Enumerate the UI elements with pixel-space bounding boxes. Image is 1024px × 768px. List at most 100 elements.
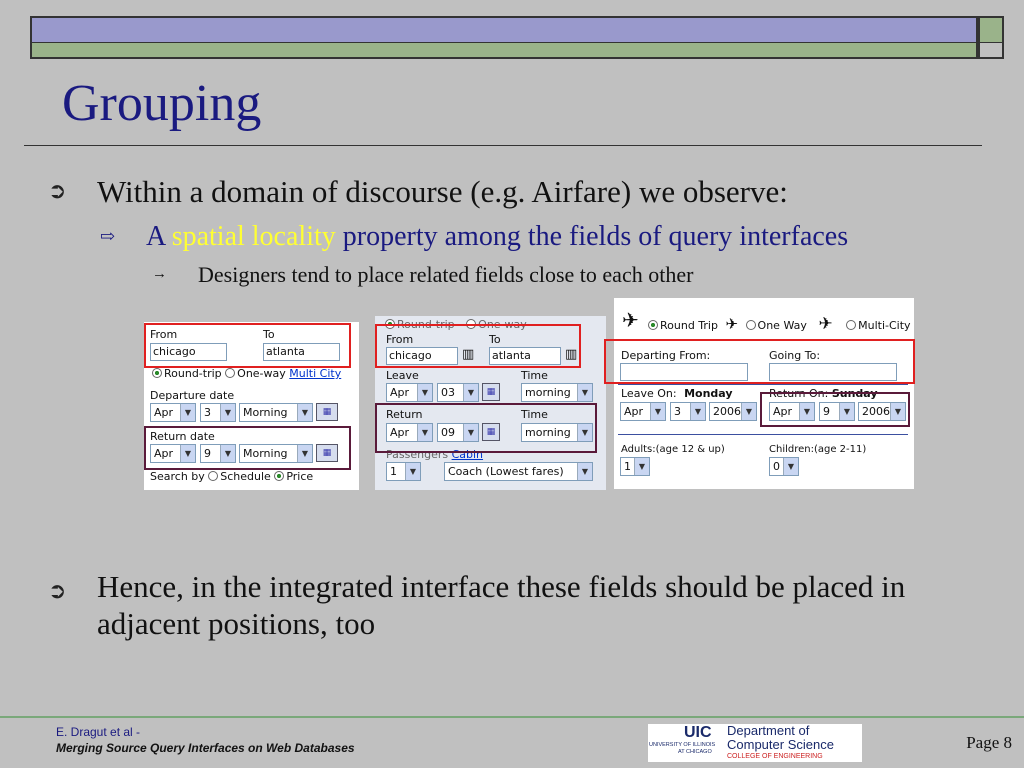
plane-icon: ✈: [818, 314, 833, 334]
children-select[interactable]: 0 ▼: [769, 457, 799, 476]
oneway-radio[interactable]: [225, 368, 236, 378]
bullet-icon: ➲: [48, 178, 67, 203]
dep-time-select[interactable]: Morning ▼: [239, 403, 313, 422]
bullet-1-text: Within a domain of discourse (e.g. Airfa…: [97, 174, 788, 209]
red-group-box: [144, 323, 351, 368]
dropdown-arrow-icon: ▼: [634, 458, 649, 475]
leave-time-select[interactable]: morning ▼: [521, 383, 593, 402]
roundtrip-radio[interactable]: [648, 320, 658, 330]
leave-time-value: morning: [525, 386, 571, 399]
dropdown-arrow-icon: ▼: [220, 404, 235, 421]
dropdown-arrow-icon: ▼: [650, 403, 665, 420]
multicity-label: Multi-City: [858, 319, 911, 332]
dep-day-value: 3: [204, 406, 211, 419]
cabin-value: Coach (Lowest fares): [448, 465, 564, 478]
plane-icon: ✈: [725, 315, 739, 333]
oneway-label: One Way: [757, 319, 807, 332]
college-line: COLLEGE OF ENGINEERING: [727, 753, 823, 760]
price-radio[interactable]: [274, 471, 285, 481]
adults-label: Adults:(age 12 & up): [621, 444, 725, 455]
dep-month-value: Apr: [154, 406, 174, 419]
leave-on-row: Leave On: Monday: [621, 387, 733, 400]
trip-type-row: Round Trip ✈ One Way ✈ Multi-City: [648, 314, 911, 334]
sub-bullet-pre: A: [146, 221, 172, 252]
leave-dayname: Monday: [684, 387, 733, 400]
leave-day-select[interactable]: 03 ▼: [437, 383, 479, 402]
leave-month-select[interactable]: Apr ▼: [386, 383, 433, 402]
multicity-radio[interactable]: [846, 320, 857, 330]
header-square-lower: [978, 43, 1004, 59]
leave-month-value: Apr: [390, 386, 410, 399]
divider: [618, 434, 908, 435]
footer-divider: [0, 716, 1024, 718]
dropdown-arrow-icon: ▼: [463, 384, 478, 401]
roundtrip-label: Round-trip: [164, 367, 222, 380]
leave-month-select[interactable]: Apr ▼: [620, 402, 666, 421]
sub-bullet-1-text: A spatial locality property among the fi…: [146, 221, 848, 253]
dropdown-arrow-icon: ▼: [577, 384, 592, 401]
divider: [618, 384, 908, 385]
search-by-row: Search by Schedule Price: [150, 470, 313, 483]
cabin-select[interactable]: Coach (Lowest fares) ▼: [444, 462, 593, 481]
trip-type-row: Round-trip One-way Multi City: [152, 367, 341, 380]
dept-line-2: Computer Science: [727, 737, 834, 752]
dropdown-arrow-icon: ▼: [690, 403, 705, 420]
highlight-spatial-locality: spatial locality: [171, 221, 336, 252]
dropdown-arrow-icon: ▼: [417, 384, 432, 401]
purple-group-box: [760, 392, 910, 427]
oneway-radio[interactable]: [745, 320, 756, 330]
dropdown-arrow-icon: ▼: [783, 458, 798, 475]
bullet-icon: ➲: [48, 578, 67, 603]
sub-sub-bullet-text: Designers tend to place related fields c…: [198, 262, 694, 287]
uic-wordmark: UIC: [684, 724, 712, 741]
oneway-label: One-way: [237, 367, 286, 380]
dep-time-value: Morning: [243, 406, 288, 419]
page-number: Page 8: [966, 733, 1012, 752]
multi-city-link[interactable]: Multi City: [289, 367, 341, 380]
leave-label: Leave: [386, 369, 419, 382]
roundtrip-radio[interactable]: [152, 368, 162, 378]
red-group-box: [375, 324, 581, 368]
time-label: Time: [521, 369, 548, 382]
slide-title: Grouping: [62, 75, 262, 132]
price-label: Price: [286, 470, 314, 483]
leave-month-value: Apr: [624, 405, 644, 418]
adults-value: 1: [624, 460, 631, 473]
children-value: 0: [773, 460, 780, 473]
children-label: Children:(age 2-11): [769, 444, 867, 455]
adults-select[interactable]: 1 ▼: [620, 457, 650, 476]
footer-paper-title: Merging Source Query Interfaces on Web D…: [56, 741, 355, 755]
leave-year-select[interactable]: 2006 ▼: [709, 402, 757, 421]
dropdown-arrow-icon: ▼: [577, 463, 592, 480]
purple-group-box: [375, 403, 597, 453]
plane-icon: ✈: [622, 308, 639, 332]
passengers-select[interactable]: 1 ▼: [386, 462, 421, 481]
dep-month-select[interactable]: Apr ▼: [150, 403, 196, 422]
arrow-bullet-icon: →: [152, 266, 167, 282]
calendar-icon[interactable]: ▦: [316, 403, 338, 421]
dept-line-1: Department of: [727, 723, 810, 738]
departure-date-label: Departure date: [150, 389, 235, 402]
roundtrip-label: Round Trip: [660, 319, 718, 332]
red-group-box: [604, 339, 915, 384]
leave-on-label: Leave On:: [621, 387, 677, 400]
search-by-label: Search by: [150, 470, 205, 483]
schedule-label: Schedule: [220, 470, 271, 483]
sub-bullet-post: property among the fields of query inter…: [335, 221, 849, 252]
schedule-radio[interactable]: [208, 471, 219, 481]
calendar-icon[interactable]: ▦: [482, 383, 500, 401]
leave-day-select[interactable]: 3 ▼: [670, 402, 706, 421]
dep-day-select[interactable]: 3 ▼: [200, 403, 236, 422]
bullet-2-text: Hence, in the integrated interface these…: [97, 569, 906, 641]
leave-year-value: 2006: [713, 405, 741, 418]
dropdown-arrow-icon: ▼: [741, 403, 756, 420]
purple-group-box: [144, 426, 351, 470]
dropdown-arrow-icon: ▼: [180, 404, 195, 421]
footer-author: E. Dragut et al -: [56, 725, 141, 739]
title-divider: [24, 145, 982, 146]
dropdown-arrow-icon: ▼: [297, 404, 312, 421]
leave-day-value: 3: [674, 405, 681, 418]
uic-subtitle-2: AT CHICAGO: [678, 749, 712, 755]
uic-logo: UIC UNIVERSITY OF ILLINOIS AT CHICAGO De…: [648, 724, 862, 762]
header-square: [978, 16, 1004, 44]
